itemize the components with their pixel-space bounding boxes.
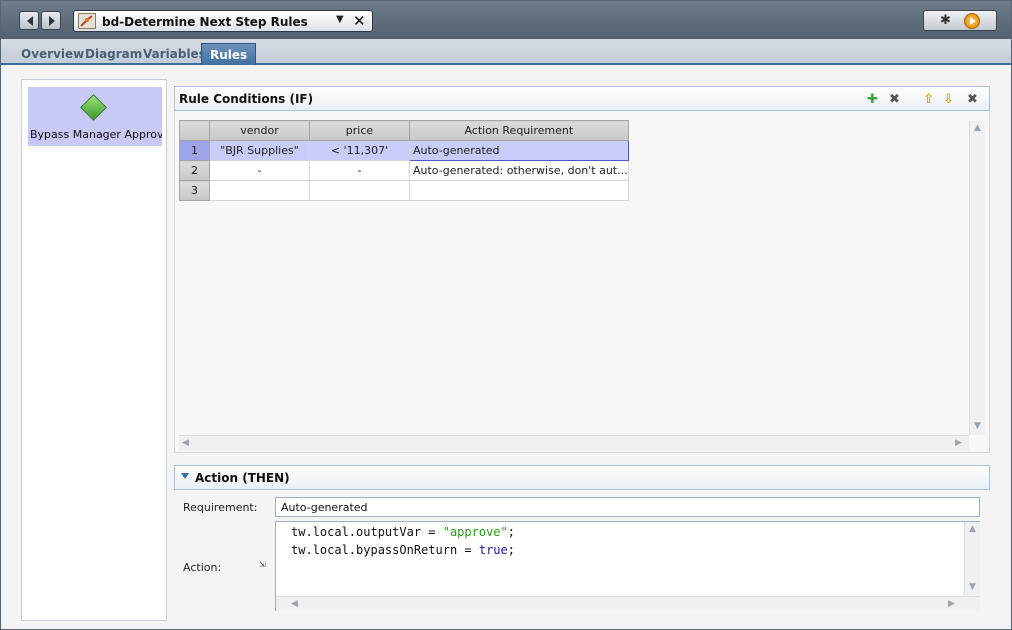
tab-bar: Overview Diagram Variables Rules bbox=[1, 39, 1011, 65]
scroll-up-icon[interactable]: ▲ bbox=[974, 123, 981, 133]
column-header-action-requirement[interactable]: Action Requirement bbox=[409, 120, 629, 141]
document-tab[interactable]: bd-Determine Next Step Rules ▼ ✕ bbox=[73, 10, 373, 32]
expand-editor-icon[interactable]: ⇲ bbox=[259, 560, 266, 569]
tab-rules[interactable]: Rules bbox=[201, 43, 257, 65]
scroll-right-icon[interactable]: ▶ bbox=[948, 599, 955, 609]
code-line: tw.local.bypassOnReturn = true; bbox=[291, 543, 515, 557]
requirement-label: Requirement: bbox=[183, 501, 258, 514]
code-text: ; bbox=[507, 525, 515, 539]
price-cell[interactable]: - bbox=[309, 160, 410, 181]
scroll-down-icon[interactable]: ▼ bbox=[974, 421, 981, 431]
add-icon[interactable]: ✚ bbox=[867, 93, 878, 106]
row-number[interactable]: 2 bbox=[179, 160, 210, 181]
move-down-icon[interactable]: ⇩ bbox=[943, 93, 954, 106]
column-header-price[interactable]: price bbox=[309, 120, 410, 141]
delete-icon[interactable]: ✖ bbox=[889, 93, 900, 106]
table-row[interactable]: 1 "BJR Supplies" < '11,307' Auto-generat… bbox=[179, 140, 629, 161]
dropdown-triangle-icon[interactable]: ▼ bbox=[336, 14, 344, 25]
rule-item-label: Bypass Manager Approv... bbox=[30, 128, 162, 141]
vendor-cell[interactable] bbox=[209, 180, 310, 201]
tab-diagram[interactable]: Diagram bbox=[85, 47, 142, 61]
action-requirement-cell[interactable]: Auto-generated: otherwise, don't aut... bbox=[409, 160, 629, 181]
bug-icon[interactable]: ✱ bbox=[940, 13, 951, 28]
conditions-vertical-scrollbar[interactable]: ▲ ▼ bbox=[969, 121, 985, 435]
editor-window: bd-Determine Next Step Rules ▼ ✕ ✱ Overv… bbox=[0, 0, 1012, 630]
rule-list-item[interactable]: Bypass Manager Approv... bbox=[28, 87, 162, 146]
collapse-triangle-icon[interactable] bbox=[181, 473, 189, 479]
table-row[interactable]: 3 bbox=[179, 180, 629, 201]
row-number-header bbox=[179, 120, 210, 141]
tab-variables[interactable]: Variables bbox=[143, 47, 206, 61]
title-bar: bd-Determine Next Step Rules ▼ ✕ ✱ bbox=[1, 1, 1011, 39]
table-row[interactable]: 2 - - Auto-generated: otherwise, don't a… bbox=[179, 160, 629, 181]
green-diamond-icon bbox=[80, 94, 107, 121]
code-text: ; bbox=[507, 543, 515, 557]
action-title: Action (THEN) bbox=[195, 471, 290, 485]
code-text: tw.local.bypassOnReturn = bbox=[291, 543, 479, 557]
back-button[interactable] bbox=[19, 11, 39, 30]
scroll-down-icon[interactable]: ▼ bbox=[969, 582, 976, 592]
code-string: "approve" bbox=[442, 525, 508, 539]
vendor-cell[interactable]: - bbox=[209, 160, 310, 181]
tab-overview[interactable]: Overview bbox=[21, 47, 84, 61]
rule-conditions-title: Rule Conditions (IF) bbox=[179, 92, 314, 106]
code-horizontal-scrollbar[interactable]: ◀ ▶ bbox=[276, 596, 980, 611]
document-title: bd-Determine Next Step Rules bbox=[102, 15, 308, 29]
rules-list-panel: Bypass Manager Approv... bbox=[21, 79, 167, 621]
forward-arrow-icon bbox=[49, 16, 55, 26]
action-requirement-cell[interactable] bbox=[409, 180, 629, 201]
code-line: tw.local.outputVar = "approve"; bbox=[291, 525, 515, 539]
rule-conditions-table: vendor price Action Requirement 1 "BJR S… bbox=[179, 120, 629, 201]
scroll-left-icon[interactable]: ◀ bbox=[291, 599, 298, 609]
action-code-editor[interactable]: tw.local.outputVar = "approve"; tw.local… bbox=[275, 521, 980, 611]
code-vertical-scrollbar[interactable]: ▲ ▼ bbox=[964, 522, 980, 596]
debug-run-buttons: ✱ bbox=[923, 10, 997, 31]
scroll-left-icon[interactable]: ◀ bbox=[182, 438, 189, 448]
price-cell[interactable]: < '11,307' bbox=[309, 140, 410, 161]
code-text: tw.local.outputVar = bbox=[291, 525, 443, 539]
remove-icon[interactable]: ✖ bbox=[967, 93, 978, 106]
action-header[interactable]: Action (THEN) bbox=[174, 465, 990, 490]
back-arrow-icon bbox=[27, 16, 33, 26]
conditions-horizontal-scrollbar[interactable]: ◀ ▶ bbox=[179, 435, 969, 451]
scroll-right-icon[interactable]: ▶ bbox=[955, 438, 962, 448]
close-icon[interactable]: ✕ bbox=[353, 12, 366, 30]
action-label: Action: bbox=[183, 561, 222, 574]
requirement-field[interactable]: Auto-generated bbox=[275, 497, 980, 517]
scroll-up-icon[interactable]: ▲ bbox=[969, 524, 976, 534]
row-number[interactable]: 3 bbox=[179, 180, 210, 201]
forward-button[interactable] bbox=[41, 11, 61, 30]
code-keyword: true bbox=[478, 543, 508, 557]
price-cell[interactable] bbox=[309, 180, 410, 201]
row-number[interactable]: 1 bbox=[179, 140, 210, 161]
play-icon[interactable] bbox=[964, 13, 980, 29]
decision-service-icon bbox=[78, 13, 96, 29]
table-header-row: vendor price Action Requirement bbox=[179, 120, 629, 141]
action-requirement-cell[interactable]: Auto-generated bbox=[409, 140, 629, 161]
rule-conditions-header: Rule Conditions (IF) ✚ ✖ ⇧ ⇩ ✖ bbox=[174, 86, 990, 111]
column-header-vendor[interactable]: vendor bbox=[209, 120, 310, 141]
move-up-icon[interactable]: ⇧ bbox=[923, 93, 934, 106]
vendor-cell[interactable]: "BJR Supplies" bbox=[209, 140, 310, 161]
